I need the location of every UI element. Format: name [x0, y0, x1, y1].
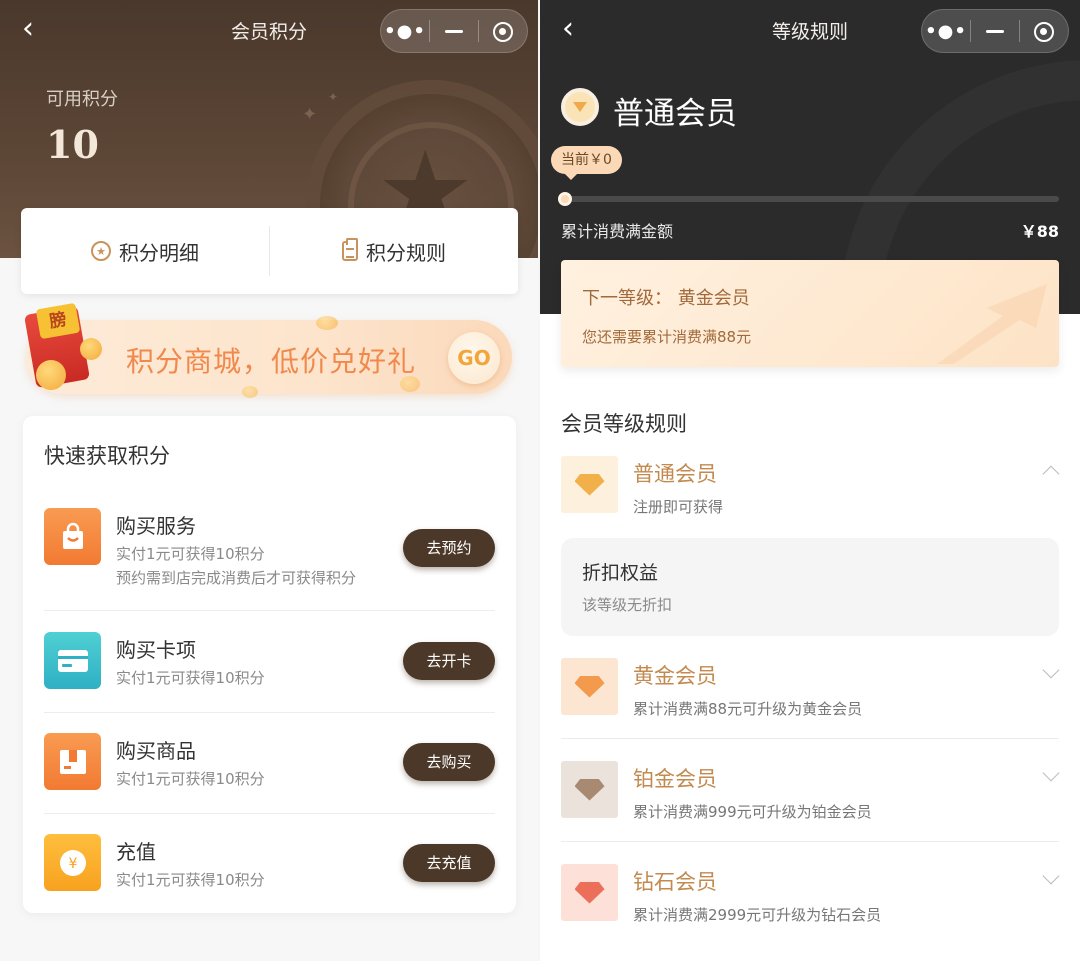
- section-title: 快速获取积分: [44, 444, 170, 468]
- screenshot-stage: ★ ✦ ✦ ‹ 会员积分 •●• 可用积分 10 ★ 积分明细 积分规则 膀 积…: [0, 0, 1080, 961]
- level-desc: 累计消费满2999元可升级为钻石会员: [633, 906, 882, 924]
- shopping-bag-icon: [44, 508, 101, 565]
- open-card-button[interactable]: 去开卡: [403, 642, 495, 680]
- level-rules-page: ‹ 等级规则 •●• 普通会员 当前￥0 累计消费满金额 ￥88 下一等级： 黄…: [540, 0, 1080, 961]
- svg-text:¥: ¥: [68, 856, 77, 872]
- next-level-card: 下一等级： 黄金会员 您还需要累计消费满88元: [561, 260, 1059, 367]
- quick-earn-card: 快速获取积分 购买服务 实付1元可获得10积分 预约需到店完成消费后才可获得积分…: [23, 416, 516, 913]
- card-icon: [44, 632, 101, 689]
- rank-badge-icon: [561, 88, 599, 126]
- sparkle-icon: ✦: [328, 90, 339, 104]
- nav-bar: ‹ 等级规则 •●•: [540, 0, 1080, 60]
- row-divider: [561, 841, 1059, 842]
- mini-program-capsule: •●•: [380, 9, 528, 53]
- level-name: 铂金会员: [633, 767, 717, 791]
- accum-value: ￥88: [1020, 222, 1059, 241]
- item-name: 购买卡项: [116, 638, 196, 662]
- item-desc: 实付1元可获得10积分: [116, 545, 265, 563]
- item-name: 购买服务: [116, 514, 196, 538]
- level-item-platinum[interactable]: 铂金会员 累计消费满999元可升级为铂金会员: [561, 761, 1060, 843]
- benefit-desc: 该等级无折扣: [582, 596, 673, 614]
- item-name: 购买商品: [116, 739, 196, 763]
- diamond-icon: [573, 102, 587, 112]
- row-divider: [44, 610, 495, 611]
- more-icon[interactable]: •●•: [922, 21, 970, 42]
- chevron-down-icon[interactable]: [1042, 867, 1060, 885]
- item-desc: 实付1元可获得10积分: [116, 770, 265, 788]
- level-item-normal[interactable]: 普通会员 注册即可获得: [561, 456, 1060, 518]
- available-points-value: 10: [46, 122, 99, 167]
- diamond-icon: [561, 658, 618, 715]
- sparkle-icon: ✦: [302, 104, 318, 125]
- go-button[interactable]: GO: [448, 332, 500, 384]
- buy-button[interactable]: 去购买: [403, 743, 495, 781]
- coin-icon: [316, 316, 338, 330]
- item-note: 预约需到店完成消费后才可获得积分: [116, 569, 357, 587]
- item-name: 充值: [116, 840, 156, 864]
- progress-handle: [558, 192, 572, 206]
- level-name: 普通会员: [633, 462, 717, 486]
- available-points-label: 可用积分: [46, 89, 118, 110]
- tab-points-rules[interactable]: 积分规则: [270, 237, 518, 266]
- list-item: ¥ 充值 实付1元可获得10积分 去充值: [44, 834, 495, 904]
- nav-bar: ‹ 会员积分 •●•: [0, 0, 538, 60]
- arrow-up-icon: [937, 284, 1047, 364]
- recharge-button[interactable]: 去充值: [403, 844, 495, 882]
- banner-text: 积分商城，低价兑好礼: [126, 345, 417, 378]
- book-button[interactable]: 去预约: [403, 529, 495, 567]
- gift-box-icon: [44, 733, 101, 790]
- close-target-icon[interactable]: [479, 21, 527, 42]
- level-desc: 累计消费满88元可升级为黄金会员: [633, 700, 863, 718]
- clipboard-icon: [342, 238, 358, 261]
- points-mall-banner[interactable]: 膀 积分商城，低价兑好礼 GO: [16, 302, 512, 400]
- diamond-icon: [561, 761, 618, 818]
- diamond-icon: [561, 456, 618, 513]
- next-level-title: 下一等级： 黄金会员: [582, 288, 750, 309]
- star-circle-icon: ★: [91, 241, 111, 261]
- coin-icon: [80, 338, 102, 360]
- level-item-diamond[interactable]: 钻石会员 累计消费满2999元可升级为钻石会员: [561, 864, 1060, 936]
- accum-label: 累计消费满金额: [561, 222, 674, 241]
- diamond-icon: [561, 864, 618, 921]
- current-rank: 普通会员: [613, 96, 737, 132]
- close-target-icon[interactable]: [1020, 21, 1068, 42]
- row-divider: [44, 813, 495, 814]
- progress-track: [558, 192, 1059, 206]
- coin-icon: [242, 386, 258, 398]
- current-amount-tip: 当前￥0: [551, 146, 622, 180]
- chevron-down-icon[interactable]: [1042, 661, 1060, 679]
- list-item: 购买商品 实付1元可获得10积分 去购买: [44, 733, 495, 814]
- minimize-icon[interactable]: [430, 21, 478, 42]
- tab-label: 积分明细: [119, 240, 199, 265]
- list-item: 购买卡项 实付1元可获得10积分 去开卡: [44, 632, 495, 713]
- item-desc: 实付1元可获得10积分: [116, 871, 265, 889]
- level-desc: 累计消费满999元可升级为铂金会员: [633, 803, 872, 821]
- row-divider: [44, 712, 495, 713]
- level-name: 黄金会员: [633, 664, 717, 688]
- benefit-title: 折扣权益: [582, 562, 659, 584]
- next-level-desc: 您还需要累计消费满88元: [582, 328, 752, 346]
- yen-coin-icon: ¥: [44, 834, 101, 891]
- mini-program-capsule: •●•: [921, 9, 1069, 53]
- coin-icon: [36, 360, 66, 390]
- chevron-up-icon[interactable]: [1042, 465, 1060, 483]
- item-desc: 实付1元可获得10积分: [116, 669, 265, 687]
- row-divider: [561, 738, 1059, 739]
- tab-points-detail[interactable]: ★ 积分明细: [21, 237, 269, 266]
- more-icon[interactable]: •●•: [381, 21, 429, 42]
- discount-benefit-card: 折扣权益 该等级无折扣: [561, 538, 1059, 636]
- points-tabs: ★ 积分明细 积分规则: [21, 208, 518, 294]
- tab-label: 积分规则: [366, 240, 446, 265]
- points-page: ★ ✦ ✦ ‹ 会员积分 •●• 可用积分 10 ★ 积分明细 积分规则 膀 积…: [0, 0, 538, 961]
- minimize-icon[interactable]: [971, 21, 1019, 42]
- level-item-gold[interactable]: 黄金会员 累计消费满88元可升级为黄金会员: [561, 658, 1060, 740]
- chevron-down-icon[interactable]: [1042, 764, 1060, 782]
- section-title: 会员等级规则: [561, 412, 687, 436]
- level-desc: 注册即可获得: [633, 498, 724, 516]
- level-name: 钻石会员: [633, 870, 717, 894]
- list-item: 购买服务 实付1元可获得10积分 预约需到店完成消费后才可获得积分 去预约: [44, 508, 495, 612]
